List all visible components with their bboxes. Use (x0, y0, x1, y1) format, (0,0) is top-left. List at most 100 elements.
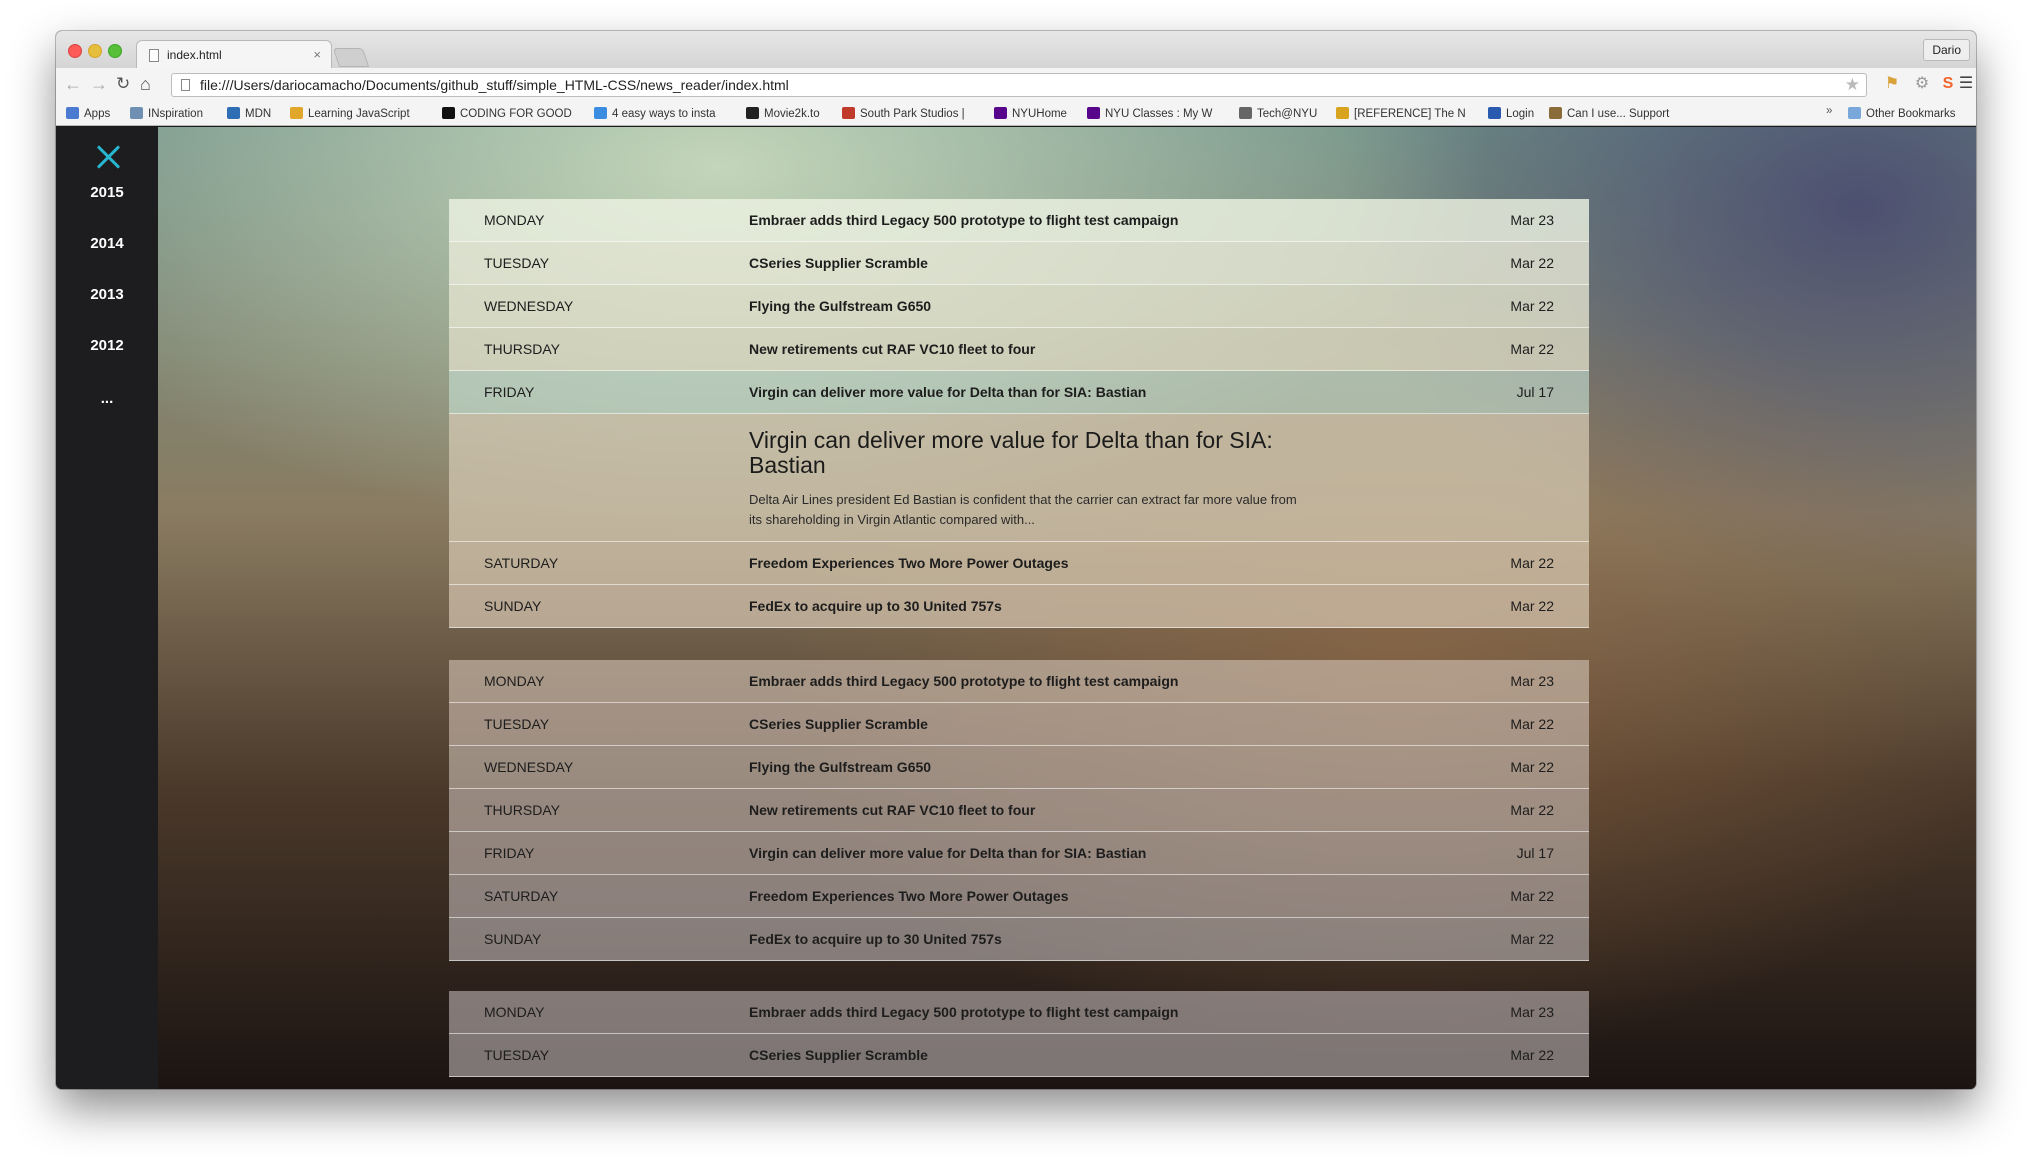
bookmark-item[interactable]: MDN (227, 106, 271, 122)
news-date: Jul 17 (1516, 845, 1554, 861)
bookmark-label: South Park Studios | (860, 108, 965, 120)
news-date: Mar 22 (1510, 931, 1554, 947)
zoom-window-button[interactable] (108, 44, 122, 58)
bookmark-favicon-icon (842, 107, 855, 119)
article-headline[interactable]: Virgin can deliver more value for Delta … (749, 428, 1309, 478)
home-icon[interactable]: ⌂ (140, 72, 151, 96)
bookmark-item[interactable]: Can I use... Support (1549, 106, 1669, 122)
bookmark-label: Login (1506, 108, 1535, 120)
bookmark-label: [REFERENCE] The N (1354, 108, 1466, 120)
news-row[interactable]: TUESDAY CSeries Supplier Scramble Mar 22 (449, 242, 1589, 285)
news-day: WEDNESDAY (484, 759, 574, 775)
bookmark-item[interactable]: CODING FOR GOOD (442, 106, 572, 122)
news-day: TUESDAY (484, 255, 550, 271)
article-summary: Delta Air Lines president Ed Bastian is … (749, 492, 1297, 527)
browser-tab[interactable]: index.html × (136, 40, 332, 69)
tab-strip: index.html × Dario (56, 31, 1976, 69)
bookmark-favicon-icon (130, 107, 143, 119)
news-date: Mar 22 (1510, 759, 1554, 775)
news-row[interactable]: FRIDAY Virgin can deliver more value for … (449, 832, 1589, 875)
news-title: Freedom Experiences Two More Power Outag… (749, 555, 1069, 571)
bookmark-item[interactable]: Learning JavaScript (290, 106, 410, 122)
sidebar-year-link[interactable]: 2013 (56, 286, 158, 303)
news-title: Virgin can deliver more value for Delta … (749, 845, 1147, 861)
extension-flag-icon[interactable]: ⚑ (1882, 74, 1902, 94)
news-row[interactable]: WEDNESDAY Flying the Gulfstream G650 Mar 2… (449, 746, 1589, 789)
tab-close-icon[interactable]: × (313, 41, 321, 69)
back-arrow-icon[interactable]: ← (64, 72, 82, 96)
bookmark-label: Can I use... Support (1567, 108, 1670, 120)
news-date: Mar 23 (1510, 212, 1554, 228)
close-window-button[interactable] (68, 44, 82, 58)
news-date: Mar 23 (1510, 673, 1554, 689)
sidebar-year-link[interactable]: ... (56, 390, 158, 407)
news-title: CSeries Supplier Scramble (749, 1047, 928, 1063)
bookmark-label: Learning JavaScript (308, 108, 410, 120)
profile-button[interactable]: Dario (1923, 39, 1970, 61)
bookmark-star-icon[interactable]: ★ (1845, 74, 1860, 96)
bookmark-item[interactable]: NYUHome (994, 106, 1067, 122)
bookmark-item[interactable]: Tech@NYU (1239, 106, 1317, 122)
sidebar-year-link[interactable]: 2012 (56, 337, 158, 354)
forward-arrow-icon[interactable]: → (90, 72, 108, 96)
bookmark-item[interactable]: NYU Classes : My W (1087, 106, 1212, 122)
bookmark-label: NYU Classes : My W (1105, 108, 1213, 120)
other-bookmarks-folder[interactable]: Other Bookmarks (1848, 106, 1955, 122)
news-date: Mar 22 (1510, 255, 1554, 271)
tab-title: index.html (167, 48, 222, 62)
minimize-window-button[interactable] (88, 44, 102, 58)
close-x-icon[interactable] (95, 144, 121, 170)
bookmark-item[interactable]: South Park Studios | (842, 106, 965, 122)
bookmark-item[interactable]: Login (1488, 106, 1534, 122)
bookmark-favicon-icon (594, 107, 607, 119)
news-title: Flying the Gulfstream G650 (749, 759, 932, 775)
news-date: Mar 22 (1510, 298, 1554, 314)
news-row[interactable]: SATURDAY Freedom Experiences Two More Pow… (449, 542, 1589, 585)
news-day: FRIDAY (484, 384, 535, 400)
other-bookmarks-label: Other Bookmarks (1866, 108, 1956, 120)
news-row[interactable]: TUESDAY CSeries Supplier Scramble Mar 22 (449, 1034, 1589, 1077)
extension-gear-icon[interactable]: ⚙ (1912, 74, 1932, 94)
bookmark-item[interactable]: [REFERENCE] The N (1336, 106, 1466, 122)
news-date: Mar 22 (1510, 716, 1554, 732)
bookmark-favicon-icon (442, 107, 455, 119)
bookmark-favicon-icon (746, 107, 759, 119)
news-row[interactable]: TUESDAY CSeries Supplier Scramble Mar 22 (449, 703, 1589, 746)
news-day: WEDNESDAY (484, 298, 574, 314)
news-date: Mar 22 (1510, 555, 1554, 571)
news-day: THURSDAY (484, 341, 560, 357)
sidebar-year-link[interactable]: 2014 (56, 235, 158, 252)
news-row[interactable]: FRIDAY Virgin can deliver more value for … (449, 371, 1589, 414)
bookmark-item[interactable]: Apps (66, 106, 110, 122)
bookmarks-overflow-chevron-icon[interactable]: » (1826, 105, 1832, 117)
news-row[interactable]: SATURDAY Freedom Experiences Two More Pow… (449, 875, 1589, 918)
address-bar[interactable]: file:///Users/dariocamacho/Documents/git… (171, 73, 1867, 97)
news-title: Flying the Gulfstream G650 (749, 298, 932, 314)
bookmark-item[interactable]: Movie2k.to (746, 106, 820, 122)
news-row[interactable]: MONDAY Embraer adds third Legacy 500 prot… (449, 660, 1589, 703)
news-row[interactable]: WEDNESDAY Flying the Gulfstream G650 Mar 2… (449, 285, 1589, 328)
news-date: Jul 17 (1516, 384, 1554, 400)
news-row[interactable]: SUNDAY FedEx to acquire up to 30 United 7… (449, 918, 1589, 961)
news-row[interactable]: THURSDAY New retirements cut RAF VC10 fle… (449, 789, 1589, 832)
news-date: Mar 22 (1510, 888, 1554, 904)
bookmark-item[interactable]: INspiration (130, 106, 203, 122)
news-day: TUESDAY (484, 1047, 550, 1063)
menu-icon[interactable]: ☰ (1956, 74, 1976, 94)
news-row[interactable]: MONDAY Embraer adds third Legacy 500 prot… (449, 991, 1589, 1034)
reload-icon[interactable]: ↻ (116, 72, 130, 96)
news-row[interactable]: THURSDAY New retirements cut RAF VC10 fle… (449, 328, 1589, 371)
news-row[interactable]: MONDAY Embraer adds third Legacy 500 prot… (449, 199, 1589, 242)
news-day: SATURDAY (484, 555, 559, 571)
bookmark-item[interactable]: 4 easy ways to insta (594, 106, 716, 122)
extension-s-icon[interactable]: S (1938, 74, 1958, 94)
news-title: New retirements cut RAF VC10 fleet to fo… (749, 341, 1036, 357)
document-icon (149, 49, 159, 62)
bookmark-label: MDN (245, 108, 272, 120)
news-date: Mar 22 (1510, 598, 1554, 614)
sidebar-year-link[interactable]: 2015 (56, 184, 158, 201)
new-tab-button[interactable] (332, 48, 370, 67)
bookmark-favicon-icon (1336, 107, 1349, 119)
news-row[interactable]: SUNDAY FedEx to acquire up to 30 United 7… (449, 585, 1589, 628)
news-day: THURSDAY (484, 802, 560, 818)
